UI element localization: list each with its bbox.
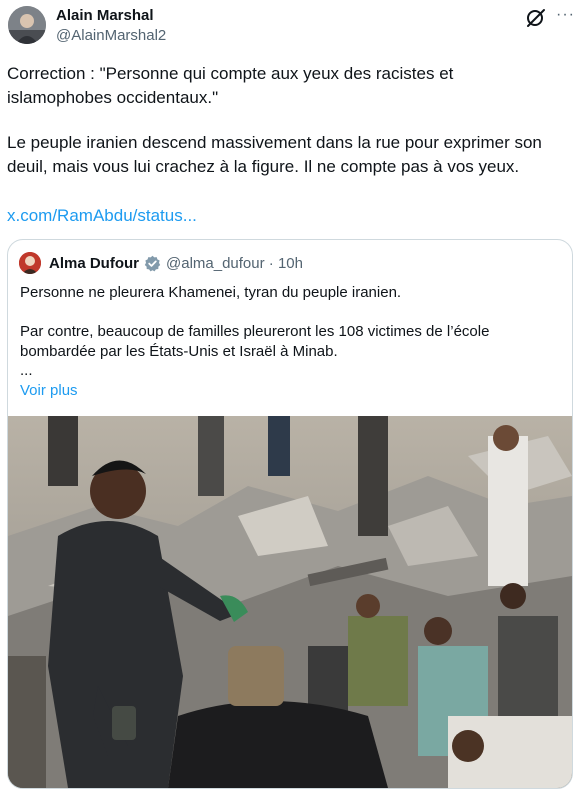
quoted-photo[interactable] [8, 416, 572, 788]
more-options-icon[interactable]: ··· [556, 6, 575, 24]
tweet-line: islamophobes occidentaux." [7, 88, 219, 107]
grok-icon[interactable] [525, 7, 547, 29]
tweet: Alain Marshal @AlainMarshal2 ··· Correct… [0, 0, 578, 791]
tweet-text: Correction : "Personne qui compte aux ye… [7, 62, 453, 110]
quoted-time[interactable]: 10h [278, 255, 303, 272]
quoted-author-avatar[interactable] [19, 252, 41, 274]
quoted-tweet[interactable]: Alma Dufour @alma_dufour · 10h Personne … [7, 239, 573, 789]
quoted-text-ellipsis: ... [20, 362, 33, 379]
quoted-text-line: Personne ne pleurera Khamenei, tyran du … [20, 284, 402, 301]
tweet-line: Le peuple iranien descend massivement da… [7, 133, 542, 152]
tweet-link[interactable]: x.com/RamAbdu/status... [7, 204, 197, 228]
quoted-text-line: bombardée par les États-Unis et Israël à… [20, 343, 338, 360]
author-avatar[interactable] [8, 6, 46, 44]
quoted-handle[interactable]: @alma_dufour [166, 255, 265, 272]
quoted-meta: @alma_dufour · 10h [166, 255, 303, 272]
author-name[interactable]: Alain Marshal [56, 7, 154, 24]
profile-photo-icon [19, 252, 41, 274]
show-more-link[interactable]: Voir plus [20, 381, 78, 401]
rubble-scene-image [8, 416, 572, 788]
author-handle[interactable]: @AlainMarshal2 [56, 27, 166, 44]
profile-photo-icon [8, 6, 46, 44]
quoted-text-line: Par contre, beaucoup de familles pleurer… [20, 323, 490, 340]
tweet-text: Le peuple iranien descend massivement da… [7, 131, 542, 179]
quoted-text-paragraph: Par contre, beaucoup de familles pleurer… [20, 322, 550, 362]
quoted-author-name[interactable]: Alma Dufour [49, 255, 139, 272]
tweet-line: deuil, mais vous lui crachez à la figure… [7, 157, 520, 176]
verified-badge-icon [144, 255, 161, 272]
separator: · [268, 255, 274, 272]
tweet-line: Correction : "Personne qui compte aux ye… [7, 64, 454, 83]
